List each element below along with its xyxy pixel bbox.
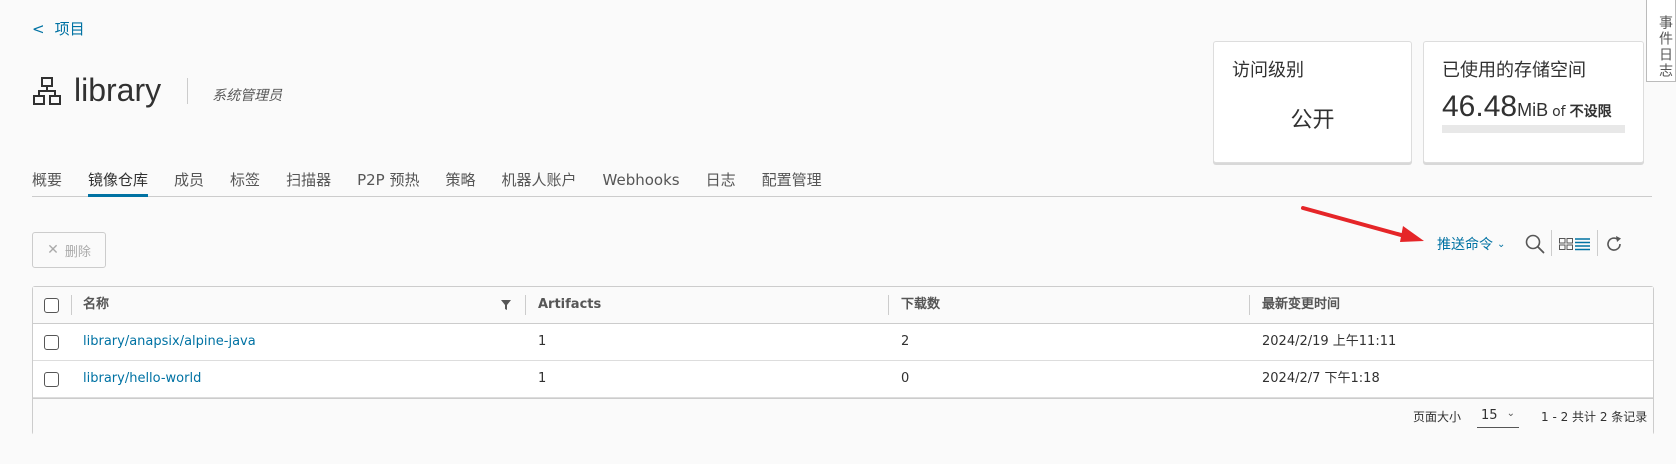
storage-amount: 46.48	[1442, 90, 1518, 123]
storage-card: 已使用的存储空间 46.48MiB of 不设限	[1423, 41, 1644, 163]
storage-value: 46.48MiB of 不设限	[1442, 90, 1612, 124]
datagrid-footer: 页面大小 15 ⌄ 1 - 2 共计 2 条记录	[33, 398, 1653, 435]
toolbar-divider	[1597, 230, 1598, 256]
chevron-left-icon: <	[32, 20, 45, 38]
toolbar-divider	[1551, 230, 1552, 256]
column-header-downloads[interactable]: 下载数	[901, 287, 940, 323]
tab-2[interactable]: 成员	[174, 170, 204, 197]
tab-10[interactable]: 配置管理	[762, 170, 822, 197]
repository-name-link[interactable]: library/hello-world	[83, 361, 201, 397]
pagination-range: 1 - 2 共计 2 条记录	[1541, 410, 1648, 424]
tab-7[interactable]: 机器人账户	[502, 170, 577, 197]
column-divider	[1249, 295, 1250, 315]
table-row[interactable]: library/hello-world 1 0 2024/2/7 下午1:18	[33, 361, 1653, 398]
column-header-name[interactable]: 名称	[83, 287, 109, 323]
repository-name-link[interactable]: library/anapsix/alpine-java	[83, 324, 256, 360]
delete-button-label: 删除	[64, 244, 91, 260]
event-log-side-tab[interactable]: 事件日志	[1646, 0, 1676, 82]
tab-4[interactable]: 扫描器	[286, 170, 331, 197]
storage-unit: MiB	[1517, 100, 1549, 120]
tab-1[interactable]: 镜像仓库	[88, 170, 149, 197]
project-tree-icon	[33, 76, 61, 105]
select-all-checkbox[interactable]	[44, 298, 59, 313]
search-icon[interactable]	[1525, 234, 1545, 254]
artifacts-count: 1	[538, 371, 547, 386]
row-checkbox[interactable]	[44, 372, 59, 387]
project-tabs: 概要 镜像仓库 成员 标签 扫描器 P2P 预热 策略 机器人账户 Webhooks 日志 配置管理	[32, 170, 1652, 197]
repository-datagrid: 名称 Artifacts 下载数 最新变更时间 library/anapsix/…	[32, 286, 1654, 435]
refresh-icon[interactable]	[1604, 234, 1624, 254]
page-size-label: 页面大小	[1413, 410, 1462, 424]
tab-6[interactable]: 策略	[445, 170, 475, 197]
tab-9[interactable]: 日志	[706, 170, 736, 197]
project-name: library	[74, 72, 162, 108]
tab-5[interactable]: P2P 预热	[357, 170, 419, 197]
storage-of: of	[1552, 104, 1566, 120]
filter-icon[interactable]	[501, 300, 511, 310]
last-modified-time: 2024/2/7 下午1:18	[1262, 371, 1380, 386]
delete-button[interactable]: ✕ 删除	[32, 232, 106, 268]
push-command-label: 推送命令	[1437, 237, 1493, 253]
column-divider	[888, 295, 889, 315]
title-divider	[187, 77, 189, 104]
chevron-down-icon: ⌄	[1506, 408, 1515, 419]
tab-0[interactable]: 概要	[32, 170, 62, 197]
storage-title: 已使用的存储空间	[1442, 60, 1586, 81]
access-level-value: 公开	[1290, 108, 1335, 133]
chevron-down-icon: ⌄	[1497, 238, 1506, 250]
back-link-label: 项目	[54, 20, 85, 38]
table-row[interactable]: library/anapsix/alpine-java 1 2 2024/2/1…	[33, 324, 1653, 361]
column-divider	[71, 295, 72, 315]
access-level-card: 访问级别 公开	[1213, 41, 1412, 163]
column-divider	[525, 295, 526, 315]
page-size-select[interactable]: 15 ⌄	[1477, 408, 1519, 428]
back-to-projects-link[interactable]: < 项目	[32, 18, 85, 39]
close-icon: ✕	[47, 242, 59, 258]
project-role: 系统管理员	[212, 87, 283, 104]
storage-usage-bar	[1442, 125, 1625, 133]
artifacts-count: 1	[538, 334, 547, 349]
datagrid-header: 名称 Artifacts 下载数 最新变更时间	[33, 287, 1653, 324]
column-header-artifacts[interactable]: Artifacts	[538, 287, 601, 323]
push-command-dropdown[interactable]: 推送命令 ⌄	[1437, 232, 1505, 256]
project-header: library 系统管理员	[32, 72, 282, 109]
column-header-updated[interactable]: 最新变更时间	[1262, 287, 1340, 323]
storage-limit: 不设限	[1569, 104, 1612, 120]
row-checkbox[interactable]	[44, 335, 59, 350]
tab-8[interactable]: Webhooks	[603, 170, 680, 197]
annotation-arrow	[1301, 206, 1424, 242]
tab-3[interactable]: 标签	[230, 170, 260, 197]
download-count: 0	[901, 371, 910, 386]
list-view-icon[interactable]	[1575, 237, 1590, 251]
access-level-title: 访问级别	[1232, 60, 1304, 81]
page-size-value: 15	[1481, 408, 1498, 423]
last-modified-time: 2024/2/19 上午11:11	[1262, 334, 1397, 349]
download-count: 2	[901, 334, 910, 349]
grid-view-icon[interactable]	[1559, 237, 1573, 251]
